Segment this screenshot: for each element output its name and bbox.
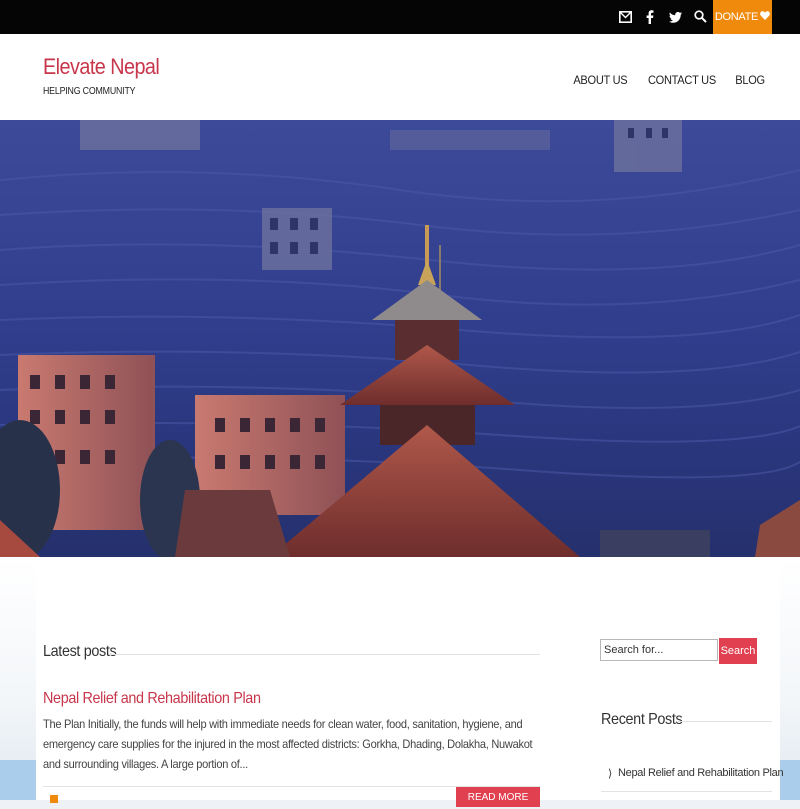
nav-item-about-us[interactable]: ABOUT US [574, 73, 628, 87]
chevron-right-icon: ⟩ [608, 768, 612, 780]
facebook-icon[interactable] [642, 9, 658, 25]
donate-label: DONATE [714, 11, 759, 23]
donate-button[interactable]: DONATE [713, 0, 772, 34]
top-bar: DONATE [0, 0, 800, 34]
search-input[interactable] [600, 639, 718, 661]
mail-icon[interactable] [617, 9, 633, 25]
nav-item-contact-us[interactable]: CONTACT US [648, 73, 716, 87]
divider [110, 654, 540, 655]
recent-post-item[interactable]: ⟩ Nepal Relief and Rehabilitation Plan [608, 767, 784, 780]
main-nav: ABOUT US CONTACT US BLOG [571, 73, 766, 87]
heart-icon [760, 11, 770, 23]
latest-posts-heading: Latest posts [43, 643, 117, 660]
twitter-icon[interactable] [667, 9, 683, 25]
search-button[interactable]: Search [719, 638, 757, 664]
site-tagline: HELPING COMMUNITY [43, 86, 136, 97]
recent-post-label: Nepal Relief and Rehabilitation Plan [618, 767, 784, 779]
divider [601, 791, 772, 792]
divider [678, 721, 772, 722]
site-header: Elevate Nepal HELPING COMMUNITY ABOUT US… [0, 34, 800, 120]
site-title[interactable]: Elevate Nepal [43, 54, 160, 80]
read-more-button[interactable]: READ MORE [456, 787, 540, 807]
search-icon[interactable] [692, 8, 708, 24]
hero-image [0, 120, 800, 557]
post-excerpt: The Plan Initially, the funds will help … [43, 717, 533, 771]
recent-posts-heading: Recent Posts [601, 711, 683, 728]
nav-item-blog[interactable]: BLOG [735, 73, 765, 87]
post-title[interactable]: Nepal Relief and Rehabilitation Plan [43, 690, 261, 708]
post-meta-icon [50, 795, 58, 803]
